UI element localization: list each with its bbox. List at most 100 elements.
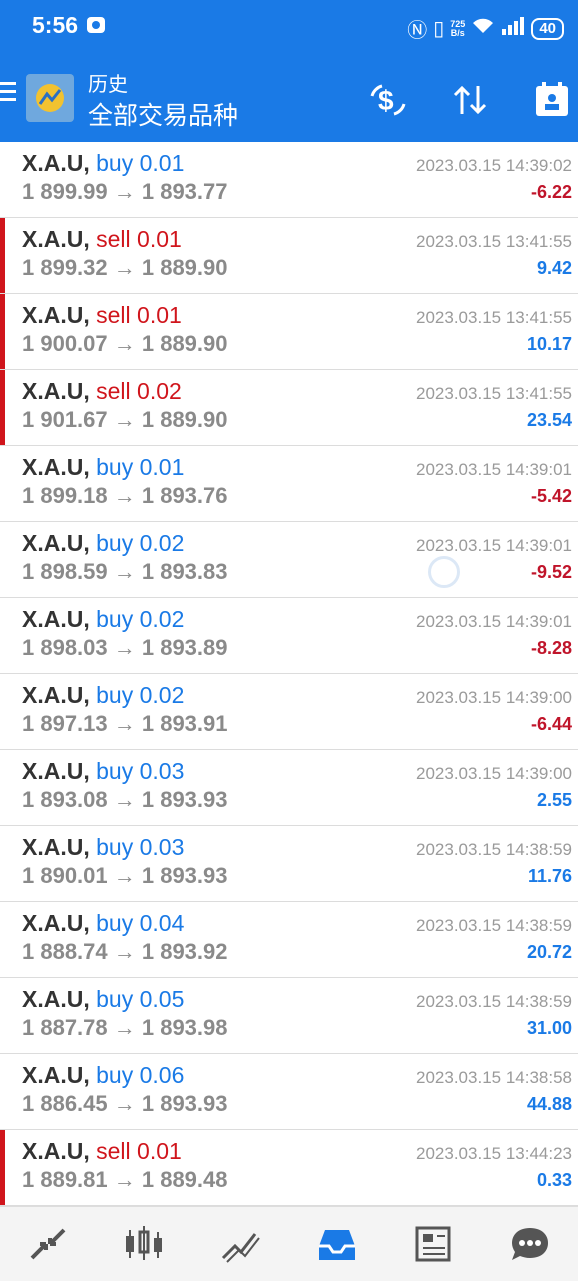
header-title[interactable]: 全部交易品种 xyxy=(88,96,238,132)
trade-lot: sell 0.01 xyxy=(96,302,182,328)
symbol-label: X.A.U, xyxy=(22,378,90,404)
trade-prices: 1 887.78 → 1 893.98 xyxy=(22,1015,228,1040)
symbol-label: X.A.U, xyxy=(22,834,90,860)
trade-prices: 1 899.32 → 1 889.90 xyxy=(22,255,228,280)
sell-indicator-bar xyxy=(0,370,5,445)
trade-prices: 1 899.99 → 1 893.77 xyxy=(22,179,228,204)
trade-row[interactable]: X.A.U, buy 0.03 1 890.01 → 1 893.93 2023.0… xyxy=(0,826,578,902)
signal-icon xyxy=(501,16,525,41)
trade-symbol: X.A.U, buy 0.01 xyxy=(22,454,184,481)
trade-symbol: X.A.U, buy 0.04 xyxy=(22,910,184,937)
symbol-label: X.A.U, xyxy=(22,530,90,556)
trade-time: 2023.03.15 14:39:00 xyxy=(416,764,572,783)
trade-row[interactable]: X.A.U, buy 0.01 1 899.18 → 1 893.76 2023.0… xyxy=(0,446,578,522)
trade-prices: 1 897.13 → 1 893.91 xyxy=(22,711,228,736)
system-icons: Ⓝ ▯ 725 B/s 40 xyxy=(407,14,564,43)
trade-row[interactable]: X.A.U, sell 0.01 1 899.32 → 1 889.90 2023.… xyxy=(0,218,578,294)
news-icon[interactable] xyxy=(403,1219,463,1269)
sort-icon[interactable] xyxy=(448,78,492,122)
svg-text:$: $ xyxy=(378,85,394,116)
trade-row[interactable]: X.A.U, buy 0.04 1 888.74 → 1 893.92 2023.0… xyxy=(0,902,578,978)
trade-symbol: X.A.U, buy 0.05 xyxy=(22,986,184,1013)
app-logo-icon xyxy=(26,74,74,122)
quotes-icon[interactable] xyxy=(18,1219,78,1269)
trade-symbol: X.A.U, buy 0.06 xyxy=(22,1062,184,1089)
trade-row[interactable]: X.A.U, sell 0.02 1 901.67 → 1 889.90 2023.… xyxy=(0,370,578,446)
trade-profit: -9.52 xyxy=(530,562,572,582)
chat-icon[interactable] xyxy=(500,1219,560,1269)
trade-prices: 1 886.45 → 1 893.93 xyxy=(22,1091,228,1116)
trade-row[interactable]: X.A.U, buy 0.02 1 897.13 → 1 893.91 2023.0… xyxy=(0,674,578,750)
trade-time: 2023.03.15 14:39:01 xyxy=(416,612,572,631)
trade-prices: 1 898.59 → 1 893.83 xyxy=(22,559,228,584)
trade-prices: 1 900.07 → 1 889.90 xyxy=(22,331,228,356)
trade-symbol: X.A.U, buy 0.01 xyxy=(22,150,184,177)
trade-prices: 1 888.74 → 1 893.92 xyxy=(22,939,228,964)
symbol-label: X.A.U, xyxy=(22,150,90,176)
trade-lot: buy 0.03 xyxy=(96,834,185,860)
trade-row[interactable]: X.A.U, buy 0.06 1 886.45 → 1 893.93 2023.0… xyxy=(0,1054,578,1130)
symbol-label: X.A.U, xyxy=(22,758,90,784)
trade-prices: 1 890.01 → 1 893.93 xyxy=(22,863,228,888)
trade-profit: -8.28 xyxy=(530,638,572,658)
trade-profit: 11.76 xyxy=(527,866,572,886)
trade-profit: 0.33 xyxy=(536,1170,572,1190)
trade-symbol: X.A.U, buy 0.02 xyxy=(22,606,184,633)
trade-profit: -6.44 xyxy=(530,714,572,734)
trade-row[interactable]: X.A.U, sell 0.01 1 889.81 → 1 889.48 2023.… xyxy=(0,1130,578,1206)
symbol-label: X.A.U, xyxy=(22,226,90,252)
trade-symbol: X.A.U, sell 0.01 xyxy=(22,1138,182,1165)
trade-prices: 1 898.03 → 1 893.89 xyxy=(22,635,228,660)
trade-symbol: X.A.U, sell 0.01 xyxy=(22,226,182,253)
trade-row[interactable]: X.A.U, buy 0.03 1 893.08 → 1 893.93 2023.0… xyxy=(0,750,578,826)
trade-lot: sell 0.01 xyxy=(96,1138,182,1164)
trade-prices: 1 899.18 → 1 893.76 xyxy=(22,483,228,508)
symbol-label: X.A.U, xyxy=(22,910,90,936)
trade-lot: buy 0.02 xyxy=(96,530,185,556)
trade-lot: buy 0.01 xyxy=(96,150,185,176)
trade-history-list: X.A.U, buy 0.01 1 899.99 → 1 893.77 2023.0… xyxy=(0,142,578,1206)
trade-prices: 1 889.81 → 1 889.48 xyxy=(22,1167,228,1192)
trade-row[interactable]: X.A.U, buy 0.02 1 898.03 → 1 893.89 2023.0… xyxy=(0,598,578,674)
symbol-label: X.A.U, xyxy=(22,986,90,1012)
trade-lot: sell 0.01 xyxy=(96,226,182,252)
chart-icon[interactable] xyxy=(114,1219,174,1269)
trade-prices: 1 893.08 → 1 893.93 xyxy=(22,787,228,812)
symbol-label: X.A.U, xyxy=(22,454,90,480)
trade-profit: 2.55 xyxy=(536,790,572,810)
calendar-icon[interactable] xyxy=(530,78,574,122)
symbol-label: X.A.U, xyxy=(22,302,90,328)
trade-profit: 23.54 xyxy=(526,410,572,430)
trade-row[interactable]: X.A.U, buy 0.01 1 899.99 → 1 893.77 2023.0… xyxy=(0,142,578,218)
trade-time: 2023.03.15 13:44:23 xyxy=(416,1144,572,1163)
history-icon[interactable] xyxy=(307,1219,367,1269)
trade-lot: buy 0.06 xyxy=(96,1062,185,1088)
dollar-exchange-icon[interactable]: $ xyxy=(366,78,410,122)
trade-time: 2023.03.15 14:38:59 xyxy=(416,840,572,859)
battery-indicator: 40 xyxy=(531,17,564,40)
trade-symbol: X.A.U, buy 0.03 xyxy=(22,834,184,861)
trade-icon[interactable] xyxy=(211,1219,271,1269)
trade-time: 2023.03.15 14:39:01 xyxy=(416,536,572,555)
symbol-label: X.A.U, xyxy=(22,682,90,708)
sell-indicator-bar xyxy=(0,1130,5,1205)
trade-profit: 10.17 xyxy=(526,334,572,354)
sell-indicator-bar xyxy=(0,218,5,293)
trade-time: 2023.03.15 13:41:55 xyxy=(416,384,572,403)
trade-row[interactable]: X.A.U, buy 0.02 1 898.59 → 1 893.83 2023.0… xyxy=(0,522,578,598)
menu-icon[interactable] xyxy=(0,82,16,106)
trade-symbol: X.A.U, sell 0.01 xyxy=(22,302,182,329)
trade-time: 2023.03.15 14:39:02 xyxy=(416,156,572,175)
trade-time: 2023.03.15 14:38:58 xyxy=(416,1068,572,1087)
trade-symbol: X.A.U, buy 0.03 xyxy=(22,758,184,785)
symbol-label: X.A.U, xyxy=(22,1062,90,1088)
nfc-icon: Ⓝ xyxy=(407,20,428,42)
trade-time: 2023.03.15 13:41:55 xyxy=(416,308,572,327)
trade-profit: 31.00 xyxy=(526,1018,572,1038)
trade-row[interactable]: X.A.U, buy 0.05 1 887.78 → 1 893.98 2023.0… xyxy=(0,978,578,1054)
trade-symbol: X.A.U, buy 0.02 xyxy=(22,682,184,709)
screen-record-icon xyxy=(87,17,105,33)
trade-lot: buy 0.02 xyxy=(96,606,185,632)
trade-row[interactable]: X.A.U, sell 0.01 1 900.07 → 1 889.90 2023.… xyxy=(0,294,578,370)
trade-symbol: X.A.U, sell 0.02 xyxy=(22,378,182,405)
